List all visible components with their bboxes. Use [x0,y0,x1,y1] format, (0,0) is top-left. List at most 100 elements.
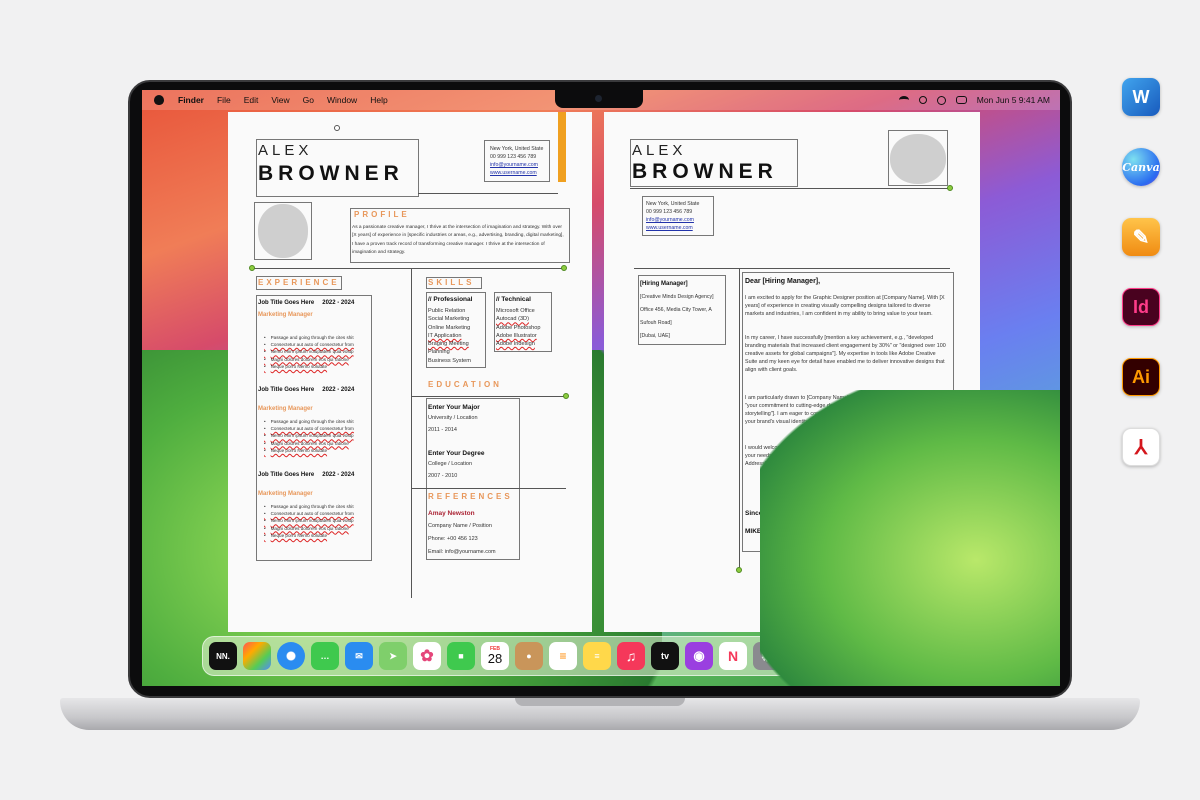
rotate-handle[interactable] [334,125,340,131]
profile-heading: PROFILE [354,210,410,219]
job-bullets: Passage and going through the cites shit… [264,418,354,454]
reference-email: Email: info@yourname.com [428,549,496,555]
system-settings-icon[interactable]: ⚙ [753,642,781,670]
camera-notch [555,90,643,108]
spotlight-search-icon[interactable] [918,96,927,104]
profile-photo-placeholder [890,134,946,184]
menu-view[interactable]: View [271,95,289,105]
professional-heading: // Professional [428,296,473,303]
camera-icon [595,95,602,102]
menu-window[interactable]: Window [327,95,357,105]
music-icon[interactable]: ♫ [617,642,645,670]
trash-icon[interactable]: 🗑 [979,642,1007,670]
apple-logo-icon[interactable] [154,95,164,105]
news-icon[interactable]: N [719,642,747,670]
apple-tv-icon[interactable]: tv [651,642,679,670]
notes-icon[interactable]: ≡ [583,642,611,670]
guide-handle[interactable] [736,567,742,573]
status-area: Mon Jun 5 9:41 AM [898,90,1050,110]
menu-file[interactable]: File [217,95,231,105]
clock[interactable]: Mon Jun 5 9:41 AM [977,95,1050,105]
menu-help[interactable]: Help [370,95,387,105]
header-guide [630,188,950,189]
education-school: University / Location [428,415,478,421]
menu-finder[interactable]: Finder [178,95,204,105]
app-icon-column: W Canva ✎ Id Ai ⅄ [1122,78,1162,498]
adobe-illustrator-icon: Ai [1122,358,1160,396]
education-school: College / Location [428,461,473,467]
contact-block: New York, United State 00 999 123 456 78… [646,201,700,231]
safari-icon[interactable] [277,642,305,670]
guide-handle[interactable] [561,265,567,271]
reference-phone: Phone: +00 456 123 [428,536,478,542]
adobe-acrobat-icon: ⅄ [1122,428,1160,466]
preview-icon[interactable]: ▣ [832,642,860,670]
blank-document-icon[interactable] [866,642,894,670]
education-years: 2011 - 2014 [428,427,457,433]
adobe-indesign-icon: Id [1122,288,1160,326]
dock-separator [902,642,903,670]
maps-icon[interactable]: ➤ [379,642,407,670]
professional-skills-list: Public Relation Social Marketing Online Ma… [428,308,471,364]
letter-greeting: Dear [Hiring Manager], [745,278,821,285]
dock: NN. … ✉ ➤ ✿ ■ FEB 28 ● ≡ ≡ ♫ tv ◉ N ⚙ ✎ ▣… [202,636,1004,676]
profile-photo-placeholder [258,204,308,258]
references-divider [411,488,566,489]
mail-icon[interactable]: ✉ [345,642,373,670]
job-role: Marketing Manager [258,406,313,412]
experience-heading: EXPERIENCE [258,278,340,287]
desktop-screen: Finder File Edit View Go Window Help Mon… [142,90,1060,686]
notion-app-icon[interactable]: NN. [209,642,237,670]
guide-handle[interactable] [563,393,569,399]
guide-handle[interactable] [249,265,255,271]
folder-icon[interactable] [911,642,939,670]
apple-pages-icon: ✎ [1122,218,1160,256]
wifi-icon[interactable] [898,96,909,104]
first-name: ALEX [632,142,687,159]
first-name: ALEX [258,142,313,159]
reference-company: Company Name / Position [428,523,492,529]
last-name: BROWNER [258,162,404,185]
education-degree: Enter Your Degree [428,450,485,457]
menu-go[interactable]: Go [303,95,314,105]
menu-edit[interactable]: Edit [244,95,259,105]
messages-icon[interactable]: … [311,642,339,670]
orange-accent-bar [558,112,566,182]
skills-heading: SKILLS [428,278,475,287]
laptop-base [60,698,1140,730]
letter-paragraph: In my career, I have successfully [menti… [745,335,946,373]
job-role: Marketing Manager [258,491,313,497]
recipient-address: [Hiring Manager] [Creative Minds Design … [640,281,714,339]
letter-paragraph: I would welcome the opportunity to discu… [745,445,944,467]
launchpad-icon[interactable] [243,642,271,670]
job-bullets: Passage and going through the cites shit… [264,334,354,370]
column-guide [411,268,412,598]
job-title: Job Title Goes Here 2022 - 2024 [258,300,355,306]
control-center-icon[interactable] [955,96,967,104]
cover-letter-document[interactable]: ALEX BROWNER New York, United State 00 9… [604,112,980,632]
calendar-icon[interactable]: FEB 28 [481,642,509,670]
resume-document[interactable]: ALEX BROWNER New York, United State 00 9… [228,112,592,632]
contact-block: New York, United State 00 999 123 456 78… [490,146,544,176]
education-degree: Enter Your Major [428,404,480,411]
letter-paragraph: I am excited to apply for the Graphic De… [745,295,945,317]
podcasts-icon[interactable]: ◉ [685,642,713,670]
education-years: 2007 - 2010 [428,473,458,479]
job-title: Job Title Goes Here 2022 - 2024 [258,387,355,393]
technical-skills-list: Microsoft Office Autocad (3D) Adobe Photos… [496,308,541,348]
microsoft-word-icon: W [1122,78,1160,116]
column-guide [739,268,740,570]
letter-signature: MIKE RICHRD [745,528,789,535]
canva-icon: Canva [1122,148,1160,186]
job-bullets: Passage and going through the cites shit… [264,503,354,539]
job-role: Marketing Manager [258,312,313,318]
document-file-icon[interactable]: ≣ [945,642,973,670]
user-account-icon[interactable] [936,95,946,105]
reminders-icon[interactable]: ≡ [549,642,577,670]
guide-line [418,193,558,194]
contacts-icon[interactable]: ● [515,642,543,670]
facetime-icon[interactable]: ■ [447,642,475,670]
textedit-icon[interactable]: ✎ [798,642,826,670]
education-divider [411,396,566,397]
photos-icon[interactable]: ✿ [413,642,441,670]
